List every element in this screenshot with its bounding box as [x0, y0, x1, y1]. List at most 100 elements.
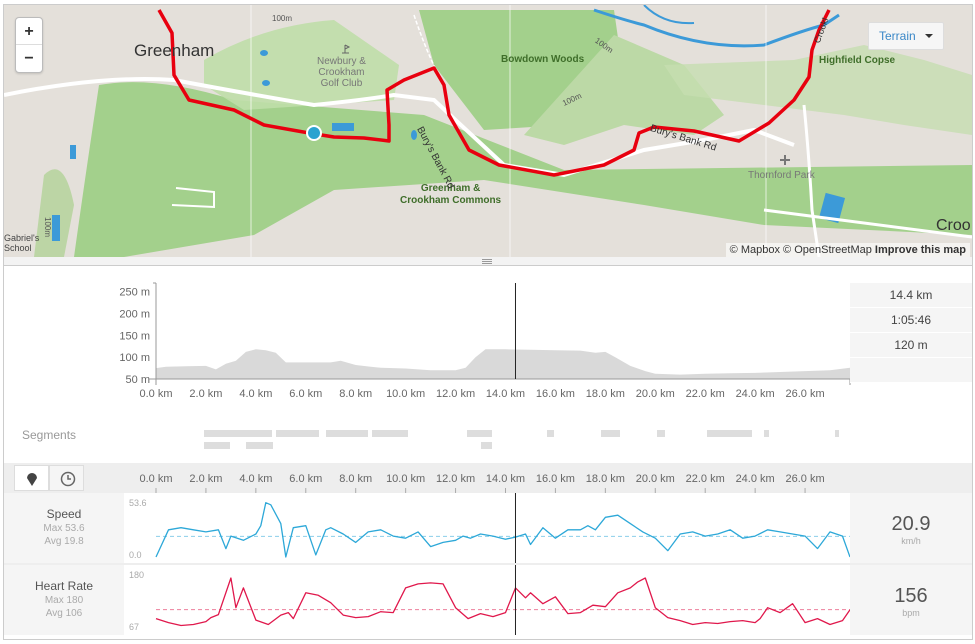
map-label-greenham: Greenham: [134, 41, 215, 60]
stat-elevation: 120 m: [850, 333, 972, 358]
speed-label-panel: Speed Max 53.6 Avg 19.8: [4, 493, 124, 563]
map-label-bowdown-woods: Bowdown Woods: [501, 54, 585, 65]
segment-bar[interactable]: [657, 430, 665, 437]
map-label-crookham: Croo: [936, 217, 971, 234]
map-label-thornford-park: Thornford Park: [748, 170, 815, 181]
zoom-control: + −: [15, 17, 43, 73]
segment-bar[interactable]: [481, 442, 492, 449]
segments-label: Segments: [22, 428, 77, 442]
stream-x-tick: 4.0 km: [239, 473, 272, 485]
map-contour-label: 100m: [272, 14, 293, 23]
route-map[interactable]: + − Terrain Greenham Newbury & Crookham …: [4, 5, 972, 257]
segment-bar[interactable]: [601, 430, 620, 437]
route-position-marker: [306, 125, 322, 141]
stream-x-tick: 8.0 km: [339, 473, 372, 485]
map-label-golf-3: Golf Club: [320, 78, 363, 89]
speed-avg: Avg 19.8: [44, 536, 84, 547]
stream-y-min-label: 67: [129, 622, 139, 632]
map-layer-label: Terrain: [879, 29, 916, 43]
stream-y-min-label: 0.0: [129, 550, 142, 560]
hr-unit: bpm: [902, 608, 920, 618]
hr-label-panel: Heart Rate Max 180 Avg 106: [4, 565, 124, 635]
speed-chart[interactable]: 53.6 0.0: [124, 493, 850, 563]
stat-time: 1:05:46: [850, 308, 972, 333]
stream-x-tick: 16.0 km: [536, 473, 575, 485]
stream-x-tick: 22.0 km: [686, 473, 725, 485]
segment-bar[interactable]: [835, 430, 839, 437]
attribution-osm-link[interactable]: © OpenStreetMap: [783, 244, 872, 256]
activity-analysis-panel: + − Terrain Greenham Newbury & Crookham …: [3, 4, 973, 640]
elevation-x-tick: 10.0 km: [386, 388, 425, 400]
elevation-x-tick: 16.0 km: [536, 388, 575, 400]
hr-value-panel: 156 bpm: [850, 565, 972, 635]
map-resize-handle[interactable]: [4, 257, 972, 266]
segment-bar[interactable]: [246, 442, 273, 449]
segment-bar[interactable]: [764, 430, 769, 437]
elevation-x-tick: 24.0 km: [736, 388, 775, 400]
speed-max: Max 53.6: [43, 523, 85, 534]
stream-x-tick: 12.0 km: [436, 473, 475, 485]
map-label-school: Gabriel's School: [4, 233, 39, 253]
segment-bar[interactable]: [204, 430, 272, 437]
segment-bar[interactable]: [372, 430, 408, 437]
heart-rate-stream: Heart Rate Max 180 Avg 106 180 67 156 bpm: [4, 565, 972, 635]
zoom-in-button[interactable]: +: [16, 18, 42, 45]
elevation-y-tick: 150 m: [119, 330, 150, 342]
stat-distance: 14.4 km: [850, 283, 972, 308]
speed-stream: Speed Max 53.6 Avg 19.8 53.6 0.0 20.9 km/…: [4, 493, 972, 563]
hr-title: Heart Rate: [34, 579, 94, 593]
segment-bar[interactable]: [547, 430, 554, 437]
speed-title: Speed: [46, 507, 82, 521]
map-label-commons-2: Crookham Commons: [400, 195, 502, 206]
elevation-svg: 250 m 200 m 150 m 100 m 50 m 0.0 km 2.0 km 4.0 …: [119, 282, 851, 400]
map-label-golf-2: Crookham: [318, 67, 365, 78]
segment-bar[interactable]: [204, 442, 230, 449]
map-label-school-2: School: [4, 243, 32, 253]
elevation-y-tick: 200 m: [119, 309, 150, 321]
elevation-chart[interactable]: 250 m 200 m 150 m 100 m 50 m 0.0 km 2.0 km 4.0 …: [4, 267, 972, 417]
elevation-x-tick: 18.0 km: [586, 388, 625, 400]
map-park-west: [34, 169, 74, 257]
map-label-school-1: Gabriel's: [4, 233, 40, 243]
elevation-x-tick: 6.0 km: [289, 388, 322, 400]
hr-avg: Avg 106: [45, 608, 83, 619]
improve-map-link[interactable]: Improve this map: [875, 244, 966, 256]
stream-x-tick: 24.0 km: [736, 473, 775, 485]
segment-bar[interactable]: [326, 430, 368, 437]
stream-line: [155, 502, 850, 558]
map-pond-golf: [332, 123, 354, 131]
stream-x-tick: 20.0 km: [636, 473, 675, 485]
map-label-golf-1: Newbury &: [317, 56, 366, 67]
map-pond-west: [52, 215, 60, 241]
caret-down-icon: [925, 34, 933, 38]
elevation-y-tick: 50 m: [126, 374, 150, 386]
speed-unit: km/h: [901, 536, 921, 546]
speed-current-value: 20.9: [891, 513, 931, 535]
elevation-x-tick: 26.0 km: [785, 388, 824, 400]
speed-value-panel: 20.9 km/h: [850, 493, 972, 563]
zoom-out-button[interactable]: −: [16, 45, 42, 72]
stream-x-tick: 2.0 km: [189, 473, 222, 485]
stream-x-tick: 14.0 km: [486, 473, 525, 485]
segment-bar[interactable]: [707, 430, 752, 437]
stream-y-max-label: 53.6: [129, 498, 147, 508]
segments-track: Segments: [4, 417, 972, 463]
elevation-y-tick: 100 m: [119, 352, 150, 364]
stream-line: [155, 577, 850, 627]
heart-rate-chart[interactable]: 180 67: [124, 565, 850, 635]
map-layer-select[interactable]: Terrain: [868, 22, 944, 50]
map-label-golf-club: Newbury & Crookham Golf Club: [317, 56, 366, 89]
distance-axis: 0.0 km 2.0 km 4.0 km 6.0 km 8.0 km 10.0 km 12.…: [139, 473, 825, 493]
map-attribution: © Mapbox © OpenStreetMap Improve this ma…: [725, 243, 970, 257]
hr-current-value: 156: [894, 585, 928, 607]
map-river: [593, 8, 840, 48]
elevation-x-tick: 22.0 km: [686, 388, 725, 400]
segment-bar[interactable]: [276, 430, 319, 437]
segment-bar[interactable]: [467, 430, 492, 437]
stat-empty: [850, 358, 972, 383]
attribution-mapbox-link[interactable]: © Mapbox: [730, 244, 780, 256]
stream-y-max-label: 180: [129, 570, 144, 580]
elevation-x-tick: 20.0 km: [636, 388, 675, 400]
map-pond-west2: [70, 145, 76, 159]
stream-controls: 0.0 km 2.0 km 4.0 km 6.0 km 8.0 km 10.0 km 12.…: [4, 463, 972, 493]
